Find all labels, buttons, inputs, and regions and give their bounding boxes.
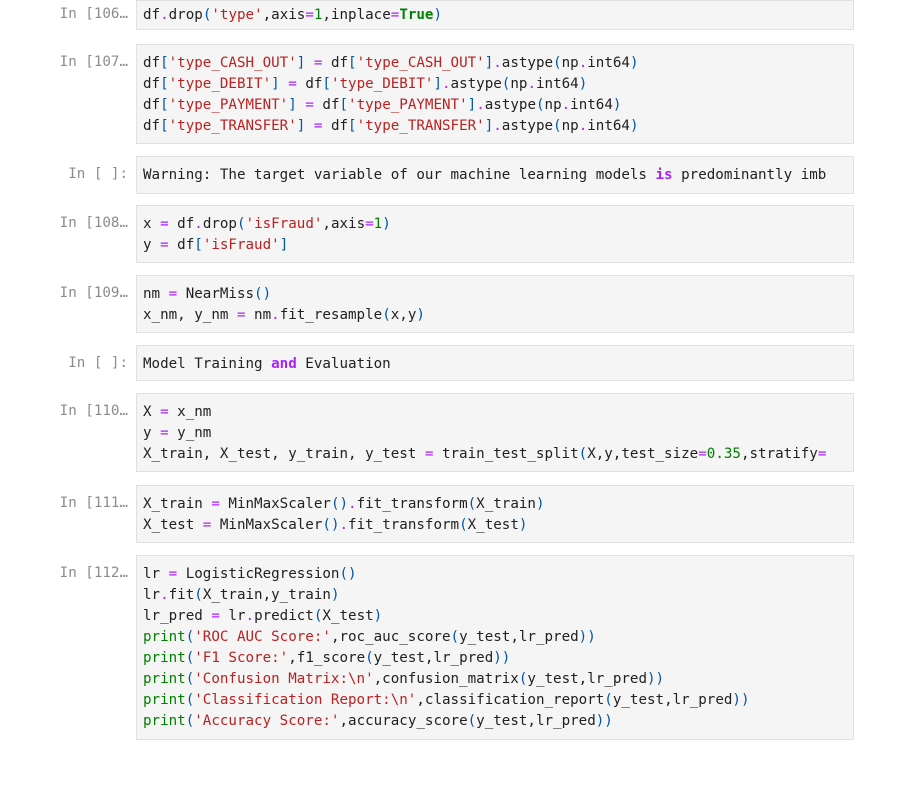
code-text: X = x_nmy = y_nm X_train, X_test, y_train… xyxy=(137,394,853,465)
code-line: X_train = MinMaxScaler().fit_transform(X… xyxy=(143,496,545,512)
cell-prompt: In [108… xyxy=(59,215,128,231)
code-editor[interactable]: Warning: The target variable of our mach… xyxy=(136,156,854,194)
code-line: df.drop('type',axis=1,inplace=True) xyxy=(143,7,443,23)
notebook-cell[interactable]: In [106… df.drop('type',axis=1,inplace=Tr… xyxy=(0,0,902,30)
code-line: df['type_TRANSFER'] = df['type_TRANSFER'… xyxy=(143,118,639,134)
code-line: x_nm, y_nm = nm.fit_resample(x,y) xyxy=(143,307,425,323)
code-line: print('Classification Report:\n',classif… xyxy=(143,692,750,708)
code-editor[interactable]: X = x_nmy = y_nm X_train, X_test, y_train… xyxy=(136,393,854,472)
cell-prompt: In [112… xyxy=(59,565,128,581)
code-line: df['type_PAYMENT'] = df['type_PAYMENT'].… xyxy=(143,97,622,113)
code-text: Model Training and Evaluation xyxy=(137,346,853,375)
notebook-cell[interactable]: In [ ]: Warning: The target variable of o… xyxy=(0,156,902,194)
cell-prompt: In [110… xyxy=(59,403,128,419)
cell-prompt: In [106… xyxy=(59,6,128,22)
cell-prompt: In [111… xyxy=(59,495,128,511)
notebook-cell[interactable]: In [107… df['type_CASH_OUT'] = df['type_C… xyxy=(0,44,902,144)
code-line: X = x_nm xyxy=(143,404,212,420)
notebook-cell[interactable]: In [ ]: Model Training and Evaluation xyxy=(0,345,902,381)
code-text: df.drop('type',axis=1,inplace=True) xyxy=(137,1,853,26)
code-line: print('Accuracy Score:',accuracy_score(y… xyxy=(143,713,613,729)
code-editor[interactable]: df.drop('type',axis=1,inplace=True) xyxy=(136,0,854,30)
code-line: print('ROC AUC Score:',roc_auc_score(y_t… xyxy=(143,629,596,645)
code-line: df['type_CASH_OUT'] = df['type_CASH_OUT'… xyxy=(143,55,639,71)
code-text: lr = LogisticRegression() lr.fit(X_train,… xyxy=(137,556,853,732)
code-text: Warning: The target variable of our mach… xyxy=(137,157,853,186)
code-line: print('F1 Score:',f1_score(y_test,lr_pre… xyxy=(143,650,511,666)
code-line: nm = NearMiss() xyxy=(143,286,272,302)
code-line: print('Confusion Matrix:\n',confusion_ma… xyxy=(143,671,665,687)
code-line: lr.fit(X_train,y_train) xyxy=(143,587,340,603)
code-text: df['type_CASH_OUT'] = df['type_CASH_OUT'… xyxy=(137,45,853,137)
code-line: x = df.drop('isFraud',axis=1) xyxy=(143,216,391,232)
code-editor[interactable]: X_train = MinMaxScaler().fit_transform(X… xyxy=(136,485,854,543)
code-line: Warning: The target variable of our mach… xyxy=(143,167,827,183)
code-line: lr_pred = lr.predict(X_test) xyxy=(143,608,383,624)
code-line: X_test = MinMaxScaler().fit_transform(X_… xyxy=(143,517,528,533)
code-line: y = df['isFraud'] xyxy=(143,237,289,253)
code-line: X_train, X_test, y_train, y_test = train… xyxy=(143,446,827,462)
code-editor[interactable]: nm = NearMiss() x_nm, y_nm = nm.fit_resam… xyxy=(136,275,854,333)
code-text: x = df.drop('isFraud',axis=1) y = df['isF… xyxy=(137,206,853,256)
code-text: X_train = MinMaxScaler().fit_transform(X… xyxy=(137,486,853,536)
cell-prompt: In [107… xyxy=(59,54,128,70)
code-line: Model Training and Evaluation xyxy=(143,356,391,372)
notebook-cell[interactable]: In [112… lr = LogisticRegression() lr.fit(… xyxy=(0,555,902,740)
code-editor[interactable]: Model Training and Evaluation xyxy=(136,345,854,381)
code-editor[interactable]: x = df.drop('isFraud',axis=1) y = df['isF… xyxy=(136,205,854,263)
code-line: lr = LogisticRegression() xyxy=(143,566,357,582)
code-line: y = y_nm xyxy=(143,425,212,441)
cell-prompt: In [ ]: xyxy=(68,355,128,371)
notebook-cell[interactable]: In [111… X_train = MinMaxScaler().fit_tra… xyxy=(0,485,902,543)
cell-prompt: In [ ]: xyxy=(68,166,128,182)
code-editor[interactable]: df['type_CASH_OUT'] = df['type_CASH_OUT'… xyxy=(136,44,854,144)
code-line: df['type_DEBIT'] = df['type_DEBIT'].asty… xyxy=(143,76,588,92)
code-editor[interactable]: lr = LogisticRegression() lr.fit(X_train,… xyxy=(136,555,854,740)
cell-prompt: In [109… xyxy=(59,285,128,301)
notebook-cell[interactable]: In [108… x = df.drop('isFraud',axis=1) y =… xyxy=(0,205,902,263)
code-text: nm = NearMiss() x_nm, y_nm = nm.fit_resam… xyxy=(137,276,853,326)
notebook-cell[interactable]: In [110… X = x_nmy = y_nm X_train, X_test,… xyxy=(0,393,902,472)
notebook-cell[interactable]: In [109… nm = NearMiss() x_nm, y_nm = nm.f… xyxy=(0,275,902,333)
